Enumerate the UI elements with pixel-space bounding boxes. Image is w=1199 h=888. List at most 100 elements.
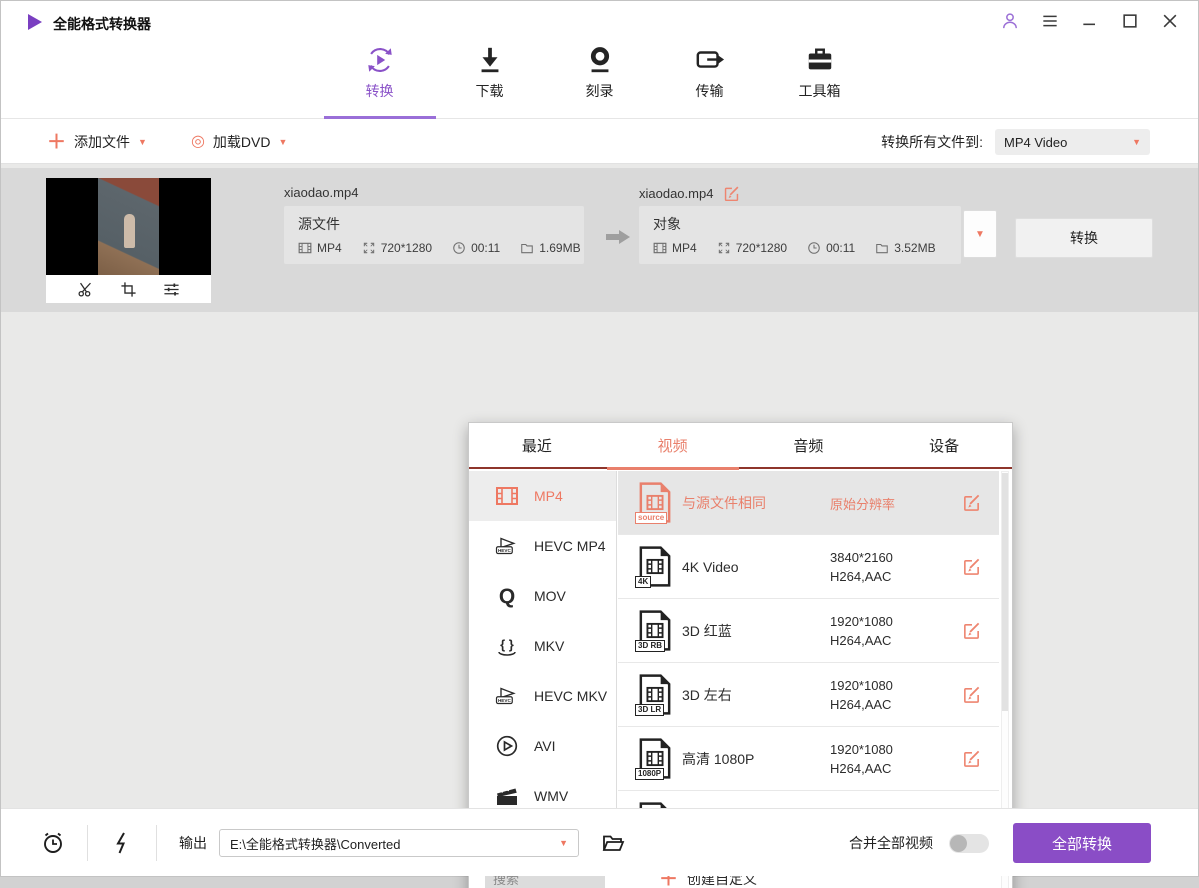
high-speed-icon[interactable] bbox=[110, 831, 134, 855]
panel-tab-video[interactable]: 视频 bbox=[605, 423, 741, 467]
edit-preset-icon[interactable] bbox=[962, 493, 981, 512]
mkv-icon bbox=[495, 634, 519, 658]
thumbnail-frame bbox=[98, 178, 159, 275]
edit-preset-icon[interactable] bbox=[962, 685, 981, 704]
open-folder-icon[interactable] bbox=[601, 831, 625, 855]
scrollbar-thumb[interactable] bbox=[1002, 473, 1008, 711]
preset-4k-video[interactable]: 4K 4K Video 3840*2160H264,AAC bbox=[618, 535, 999, 599]
preset-list: source 与源文件相同 原始分辨率 4K 4K Video 3840*216… bbox=[618, 471, 999, 855]
wmv-icon bbox=[495, 784, 519, 808]
hevc-icon bbox=[495, 684, 519, 708]
source-info-box: 源文件 MP4 720*1280 00:11 1.69MB bbox=[284, 206, 584, 264]
format-item-avi[interactable]: AVI bbox=[469, 721, 616, 771]
download-icon bbox=[475, 45, 505, 75]
app-window: 全能格式转换器 转换 下载 刻录 bbox=[0, 0, 1199, 877]
divider bbox=[156, 825, 157, 861]
tab-download[interactable]: 下载 bbox=[450, 33, 530, 119]
mp4-icon bbox=[495, 484, 519, 508]
duration-icon bbox=[452, 241, 466, 255]
source-title: 源文件 bbox=[298, 214, 570, 234]
film-icon bbox=[653, 241, 667, 255]
convert-row-button[interactable]: 转换 bbox=[1015, 218, 1153, 258]
maximize-icon[interactable] bbox=[1120, 11, 1140, 31]
preset-3d-left-right[interactable]: 3D LR 3D 左右 1920*1080H264,AAC bbox=[618, 663, 999, 727]
toggle-knob bbox=[950, 835, 967, 852]
video-thumbnail-block bbox=[46, 178, 211, 303]
app-title: 全能格式转换器 bbox=[53, 14, 151, 34]
tab-toolbox[interactable]: 工具箱 bbox=[780, 33, 860, 119]
menu-icon[interactable] bbox=[1040, 11, 1060, 31]
preset-same-as-source[interactable]: source 与源文件相同 原始分辨率 bbox=[618, 471, 999, 535]
merge-all-toggle[interactable] bbox=[949, 834, 989, 853]
plus-icon: ＋ bbox=[47, 133, 66, 152]
format-item-hevc-mp4[interactable]: HEVC MP4 bbox=[469, 521, 616, 571]
edit-preset-icon[interactable] bbox=[962, 557, 981, 576]
chevron-down-icon: ▼ bbox=[559, 839, 568, 848]
source-to-target-arrow-icon bbox=[605, 228, 631, 246]
footer: 输出 E:\全能格式转换器\Converted ▼ 合并全部视频 全部转换 bbox=[1, 808, 1198, 876]
output-file-name: xiaodao.mp4 bbox=[639, 186, 713, 201]
minimize-icon[interactable] bbox=[1080, 11, 1100, 31]
merge-all-label: 合并全部视频 bbox=[849, 833, 933, 853]
trim-icon[interactable] bbox=[77, 281, 94, 298]
chevron-down-icon: ▼ bbox=[138, 138, 147, 147]
file-row: xiaodao.mp4 源文件 MP4 720*1280 00:11 1.69M… bbox=[1, 168, 1198, 312]
file-list-area: xiaodao.mp4 源文件 MP4 720*1280 00:11 1.69M… bbox=[1, 164, 1198, 810]
size-icon bbox=[520, 241, 534, 255]
format-item-hevc-mkv[interactable]: HEVC MKV bbox=[469, 671, 616, 721]
main-nav: 转换 下载 刻录 传输 工具箱 bbox=[1, 33, 1198, 119]
rename-icon[interactable] bbox=[723, 185, 740, 202]
chevron-down-icon: ▼ bbox=[278, 138, 287, 147]
resolution-icon bbox=[362, 241, 376, 255]
panel-tab-recent[interactable]: 最近 bbox=[469, 423, 605, 467]
account-icon[interactable] bbox=[1000, 11, 1020, 31]
video-thumbnail bbox=[46, 178, 211, 275]
preset-3d-red-blue[interactable]: 3D RB 3D 红蓝 1920*1080H264,AAC bbox=[618, 599, 999, 663]
panel-tab-device[interactable]: 设备 bbox=[876, 423, 1012, 467]
target-format-dropdown-button[interactable]: ▼ bbox=[963, 210, 997, 258]
resolution-icon bbox=[717, 241, 731, 255]
output-format-select[interactable]: MP4 Video ▼ bbox=[995, 129, 1150, 155]
edit-preset-icon[interactable] bbox=[962, 749, 981, 768]
convert-all-button[interactable]: 全部转换 bbox=[1013, 823, 1151, 863]
format-item-mp4[interactable]: MP4 bbox=[469, 471, 616, 521]
target-info-box: 对象 MP4 720*1280 00:11 3.52MB bbox=[639, 206, 961, 264]
effects-icon[interactable] bbox=[163, 281, 180, 298]
convert-icon bbox=[365, 45, 395, 75]
divider bbox=[87, 825, 88, 861]
burn-disc-icon bbox=[585, 45, 615, 75]
avi-icon bbox=[495, 734, 519, 758]
output-path-select[interactable]: E:\全能格式转换器\Converted ▼ bbox=[219, 829, 579, 857]
tab-burn[interactable]: 刻录 bbox=[560, 33, 640, 119]
panel-tab-audio[interactable]: 音频 bbox=[741, 423, 877, 467]
add-file-button[interactable]: ＋ 添加文件 ▼ bbox=[47, 132, 147, 152]
panel-tabs: 最近 视频 音频 设备 bbox=[469, 423, 1012, 469]
schedule-icon[interactable] bbox=[41, 831, 65, 855]
tab-transfer[interactable]: 传输 bbox=[670, 33, 750, 119]
window-controls bbox=[1000, 11, 1180, 31]
header: 全能格式转换器 转换 下载 刻录 bbox=[1, 1, 1198, 119]
format-item-mkv[interactable]: MKV bbox=[469, 621, 616, 671]
format-list: MP4 HEVC MP4 MOV MKV bbox=[469, 471, 617, 857]
preset-hd-1080p[interactable]: 1080P 高清 1080P 1920*1080H264,AAC bbox=[618, 727, 999, 791]
desktop: 全能格式转换器 转换 下载 刻录 bbox=[0, 0, 1199, 888]
duration-icon bbox=[807, 241, 821, 255]
tab-convert[interactable]: 转换 bbox=[340, 33, 420, 119]
convert-all-to-label: 转换所有文件到: bbox=[881, 132, 983, 152]
film-icon bbox=[298, 241, 312, 255]
close-icon[interactable] bbox=[1160, 11, 1180, 31]
disc-icon: ◎ bbox=[191, 134, 205, 150]
size-icon bbox=[875, 241, 889, 255]
chevron-down-icon: ▼ bbox=[1132, 138, 1141, 147]
format-item-mov[interactable]: MOV bbox=[469, 571, 616, 621]
crop-icon[interactable] bbox=[120, 281, 137, 298]
load-dvd-button[interactable]: ◎ 加载DVD ▼ bbox=[191, 132, 287, 152]
app-logo-icon bbox=[28, 14, 42, 30]
source-file-name: xiaodao.mp4 bbox=[284, 185, 358, 200]
edit-preset-icon[interactable] bbox=[962, 621, 981, 640]
toolbar: ＋ 添加文件 ▼ ◎ 加载DVD ▼ 转换中 转换完成 转换所有文件到: MP4… bbox=[1, 120, 1198, 164]
edit-toolbar bbox=[46, 275, 211, 303]
transfer-icon bbox=[695, 45, 725, 75]
hevc-icon bbox=[495, 534, 519, 558]
target-title: 对象 bbox=[653, 214, 947, 234]
